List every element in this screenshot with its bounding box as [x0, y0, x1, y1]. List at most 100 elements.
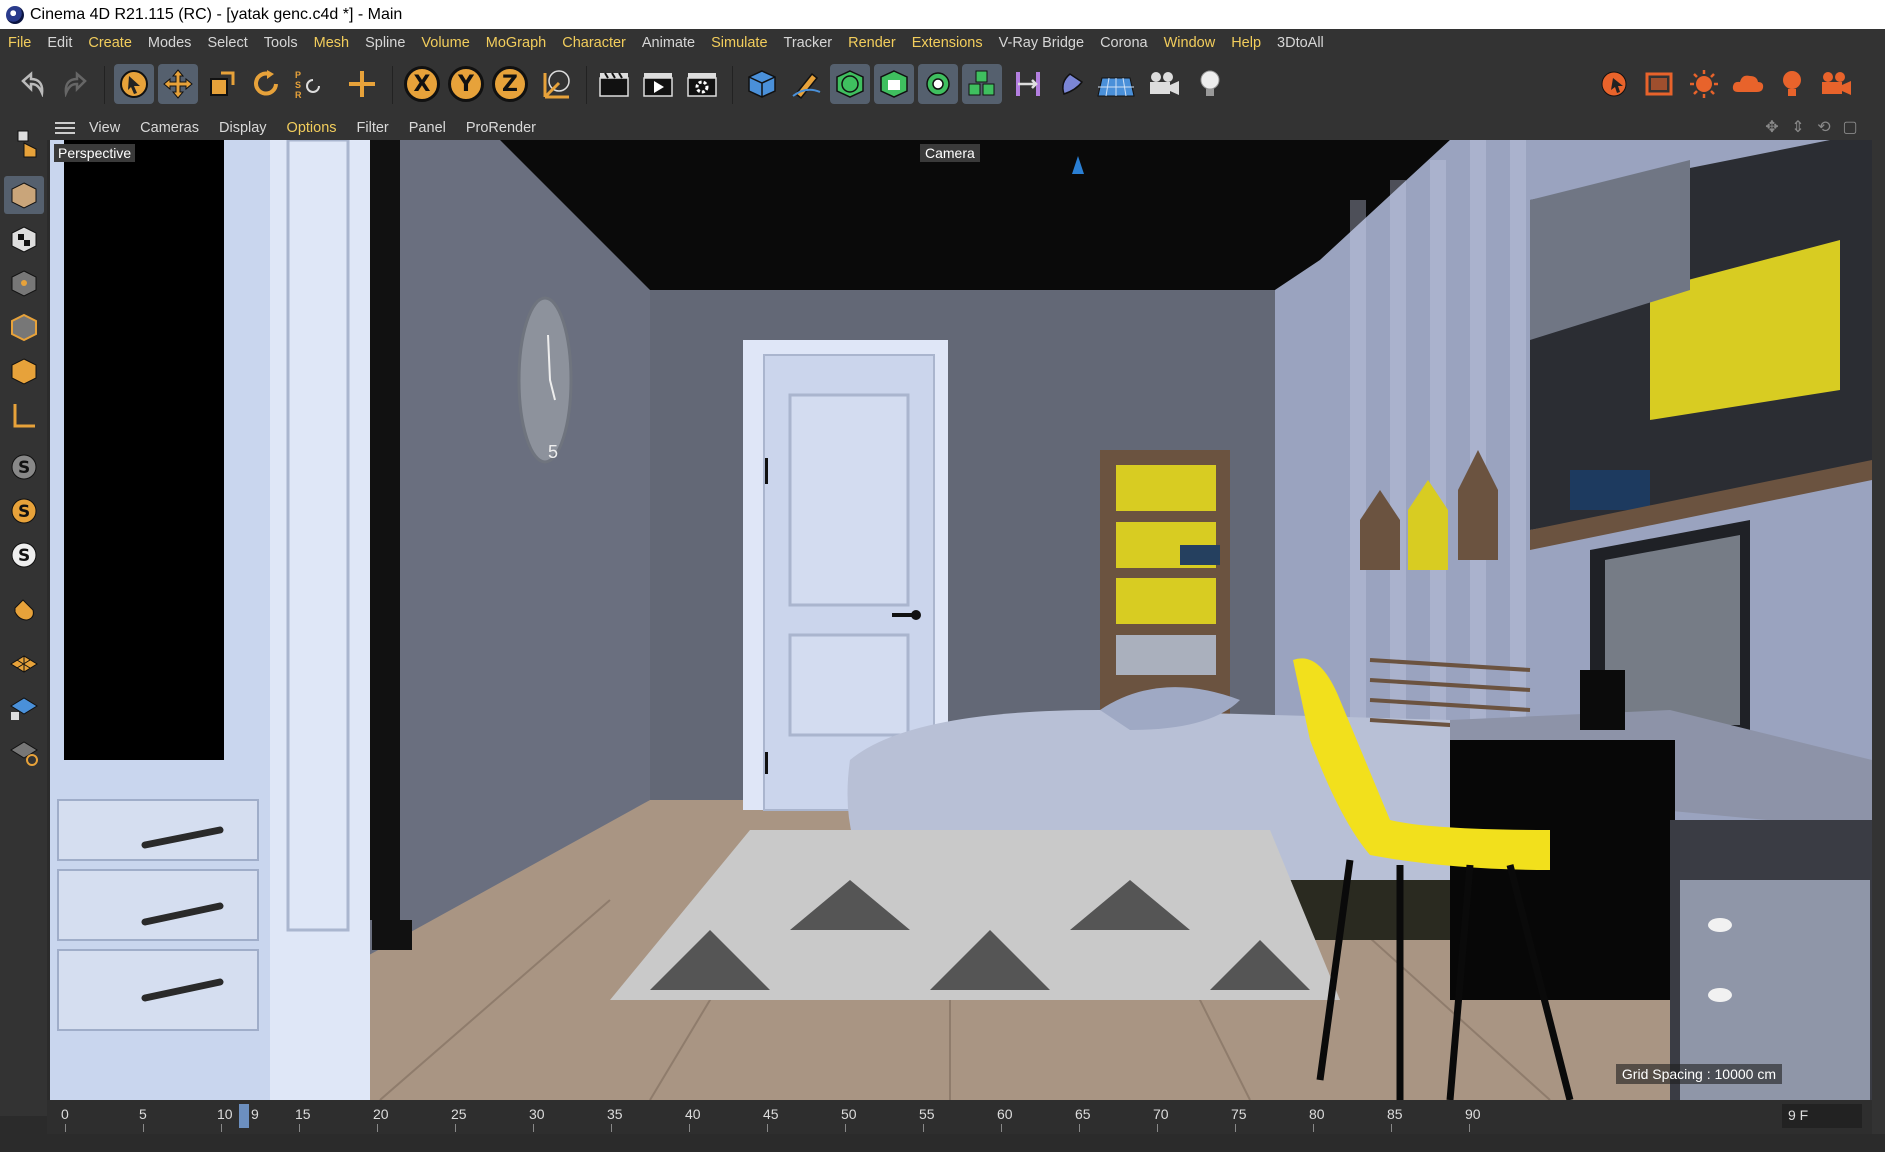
- undo-button[interactable]: [12, 64, 52, 104]
- orbit-view-icon[interactable]: ⟲: [1814, 118, 1834, 138]
- axis-mode-button[interactable]: [4, 396, 44, 434]
- menu-v-ray-bridge[interactable]: V-Ray Bridge: [991, 35, 1092, 51]
- menu-extensions[interactable]: Extensions: [904, 35, 991, 51]
- corona-camera-button[interactable]: [1816, 64, 1856, 104]
- menu-spline[interactable]: Spline: [357, 35, 413, 51]
- deformer-button[interactable]: [1008, 64, 1048, 104]
- toggle-view-icon[interactable]: ▢: [1840, 118, 1860, 138]
- pen-spline-button[interactable]: [786, 64, 826, 104]
- sky-button[interactable]: [1728, 64, 1768, 104]
- svg-text:5: 5: [548, 442, 558, 462]
- menu-simulate[interactable]: Simulate: [703, 35, 775, 51]
- dolly-view-icon[interactable]: ⇕: [1788, 118, 1808, 138]
- y-axis-lock-button[interactable]: Y: [446, 64, 486, 104]
- field-icon: [1062, 73, 1084, 95]
- x-axis-lock-button[interactable]: X: [402, 64, 442, 104]
- pan-view-icon[interactable]: ✥: [1762, 118, 1782, 138]
- polygons-mode-button[interactable]: [4, 352, 44, 390]
- floor-object-button[interactable]: [1096, 64, 1136, 104]
- timeline-tick-label: 55: [919, 1106, 935, 1122]
- corona-light-button[interactable]: [1772, 64, 1812, 104]
- menu-tracker[interactable]: Tracker: [776, 35, 841, 51]
- viewport-menu-view[interactable]: View: [79, 120, 130, 136]
- menu-volume[interactable]: Volume: [413, 35, 477, 51]
- locked-workplane-button[interactable]: [4, 688, 44, 726]
- viewport-view-name[interactable]: Perspective: [54, 144, 136, 162]
- workplane-button[interactable]: [4, 644, 44, 682]
- edges-cube-icon: [11, 313, 37, 342]
- snap-settings-button[interactable]: S: [4, 492, 44, 530]
- left-mode-palette: S S S: [0, 116, 47, 1116]
- current-frame-field[interactable]: 9 F: [1782, 1104, 1862, 1128]
- z-axis-lock-button[interactable]: Z: [490, 64, 530, 104]
- interactive-render-button[interactable]: [1596, 64, 1636, 104]
- menu-mesh[interactable]: Mesh: [306, 35, 357, 51]
- cube-object-button[interactable]: [742, 64, 782, 104]
- menu-modes[interactable]: Modes: [140, 35, 200, 51]
- field-button[interactable]: [1052, 64, 1092, 104]
- video-camera-icon: [1822, 72, 1851, 95]
- viewport-menu-options[interactable]: Options: [277, 120, 347, 136]
- perspective-viewport[interactable]: 5 Perspective Camera Grid Spacing: 1000…: [50, 140, 1872, 1100]
- camera-label[interactable]: Camera: [920, 144, 980, 162]
- camera-object-button[interactable]: [1144, 64, 1184, 104]
- viewport-menu-display[interactable]: Display: [209, 120, 277, 136]
- timeline-tick-label: 50: [841, 1106, 857, 1122]
- tweak-mode-button[interactable]: [4, 590, 44, 628]
- snap-button[interactable]: S: [4, 448, 44, 486]
- light-object-button[interactable]: [1190, 64, 1230, 104]
- snap-workplane-button[interactable]: S: [4, 536, 44, 574]
- viewport-menu-prorender[interactable]: ProRender: [456, 120, 546, 136]
- menu-tools[interactable]: Tools: [256, 35, 306, 51]
- scale-tool-button[interactable]: [202, 64, 242, 104]
- viewport-menu-panel[interactable]: Panel: [399, 120, 456, 136]
- live-selection-button[interactable]: [114, 64, 154, 104]
- bottom-transport-bar: [0, 1134, 1885, 1152]
- timeline-tick-label: 20: [373, 1106, 389, 1122]
- coordinate-system-button[interactable]: [536, 64, 576, 104]
- hamburger-menu-icon[interactable]: [55, 119, 75, 137]
- menu-window[interactable]: Window: [1156, 35, 1224, 51]
- menu-edit[interactable]: Edit: [39, 35, 80, 51]
- frame-buffer-button[interactable]: [1640, 64, 1680, 104]
- points-mode-button[interactable]: [4, 264, 44, 302]
- menu-3dtoall[interactable]: 3DtoAll: [1269, 35, 1332, 51]
- menu-corona[interactable]: Corona: [1092, 35, 1156, 51]
- frame-buffer-icon: [1645, 72, 1673, 96]
- menu-create[interactable]: Create: [80, 35, 140, 51]
- subdivision-surface-button[interactable]: [830, 64, 870, 104]
- timeline-tick: [845, 1124, 846, 1132]
- menu-render[interactable]: Render: [840, 35, 904, 51]
- sun-light-button[interactable]: [1684, 64, 1724, 104]
- make-editable-button[interactable]: [4, 124, 44, 162]
- cloner-button[interactable]: [918, 64, 958, 104]
- timeline-ruler[interactable]: 0 5 10 15 20 25 30 35 40 45 50 55 60 65 70 75 80 85 90 9 9…: [47, 1100, 1872, 1134]
- polygons-cube-icon: [11, 358, 37, 385]
- menu-help[interactable]: Help: [1223, 35, 1269, 51]
- move-tool-button[interactable]: [158, 64, 198, 104]
- texture-mode-button[interactable]: [4, 220, 44, 258]
- psr-tool-button[interactable]: PSR: [290, 64, 330, 104]
- timeline-tick: [1157, 1124, 1158, 1132]
- menu-character[interactable]: Character: [554, 35, 634, 51]
- render-settings-button[interactable]: [682, 64, 722, 104]
- extrude-generator-button[interactable]: [874, 64, 914, 104]
- menu-file[interactable]: File: [0, 35, 39, 51]
- edges-mode-button[interactable]: [4, 308, 44, 346]
- render-picture-viewer-button[interactable]: [638, 64, 678, 104]
- psr-icon: PSR: [295, 70, 320, 100]
- redo-button[interactable]: [56, 64, 96, 104]
- viewport-menu-cameras[interactable]: Cameras: [130, 120, 209, 136]
- mograph-cloner-button[interactable]: [962, 64, 1002, 104]
- menu-animate[interactable]: Animate: [634, 35, 703, 51]
- rotate-tool-button[interactable]: [246, 64, 286, 104]
- coordinate-tool-button[interactable]: [342, 64, 382, 104]
- model-mode-button[interactable]: [4, 176, 44, 214]
- viewport-menu-filter[interactable]: Filter: [347, 120, 399, 136]
- current-frame-marker[interactable]: [239, 1104, 249, 1128]
- planar-workplane-button[interactable]: [4, 732, 44, 770]
- menu-select[interactable]: Select: [199, 35, 255, 51]
- render-view-button[interactable]: [594, 64, 634, 104]
- timeline-tick: [1001, 1124, 1002, 1132]
- menu-mograph[interactable]: MoGraph: [478, 35, 554, 51]
